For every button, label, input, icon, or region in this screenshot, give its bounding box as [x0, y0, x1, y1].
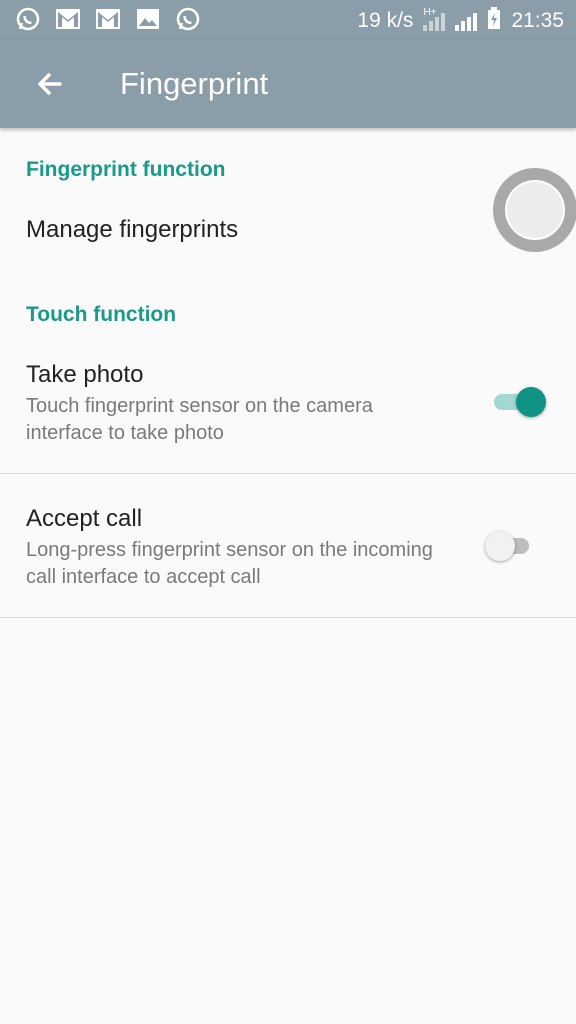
net-speed: 19 k/s: [357, 9, 414, 32]
accept-call-subtitle: Long-press fingerprint sensor on the inc…: [26, 539, 433, 588]
manage-fingerprints-item[interactable]: Manage fingerprints: [26, 216, 238, 244]
accept-call-title: Accept call: [26, 505, 143, 532]
notification-icons: [14, 6, 202, 32]
take-photo-title: Take photo: [26, 361, 144, 388]
section-header-touch-function: Touch function: [26, 303, 177, 326]
take-photo-subtitle: Touch fingerprint sensor on the camera i…: [26, 395, 373, 444]
status-right: 19 k/s H+ 21:35: [357, 7, 564, 35]
whatsapp-icon: [174, 6, 202, 32]
signal-icon: [455, 11, 478, 31]
gmail-icon: [54, 6, 82, 32]
battery-icon: [487, 7, 501, 35]
accept-call-toggle[interactable]: [485, 531, 533, 561]
whatsapp-icon: [14, 6, 42, 32]
section-header-fingerprint-function: Fingerprint function: [26, 158, 226, 181]
page-title: Fingerprint: [120, 66, 269, 101]
floating-touch-button-inner: [505, 180, 565, 240]
signal-icon: H+: [423, 7, 446, 31]
toggle-thumb: [516, 387, 546, 417]
divider: [0, 473, 576, 474]
network-type: H+: [423, 7, 437, 18]
image-icon: [134, 6, 162, 32]
status-bar: 19 k/s H+ 21:35: [0, 0, 576, 40]
clock: 21:35: [511, 9, 564, 32]
floating-touch-button[interactable]: [493, 168, 576, 252]
divider: [0, 617, 576, 618]
gmail-icon: [94, 6, 122, 32]
take-photo-toggle[interactable]: [494, 387, 546, 417]
app-bar: Fingerprint: [0, 40, 576, 128]
toggle-thumb: [485, 531, 515, 561]
back-arrow-icon[interactable]: [30, 64, 70, 104]
